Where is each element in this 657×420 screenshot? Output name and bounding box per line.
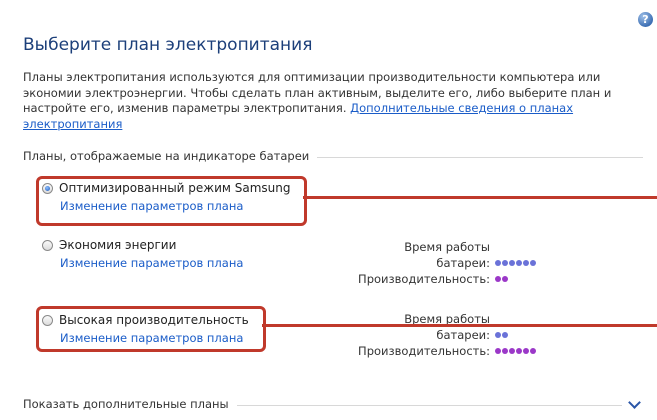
performance-rating xyxy=(495,348,536,354)
highlight-box-samsung xyxy=(36,176,307,226)
highlight-pointer-high-performance xyxy=(262,324,657,327)
highlight-box-high-performance xyxy=(36,306,266,352)
show-more-plans-label[interactable]: Показать дополнительные планы xyxy=(23,397,237,411)
performance-dot xyxy=(495,348,501,354)
performance-rating xyxy=(495,276,508,282)
battery-label: Время работы xyxy=(404,240,490,254)
performance-dot xyxy=(530,348,536,354)
plan-power-saver-stats: Время работы батареи: Производительность… xyxy=(350,240,536,288)
page-description: Планы электропитания используются для оп… xyxy=(23,70,633,132)
performance-dot xyxy=(509,348,515,354)
help-icon[interactable]: ? xyxy=(638,12,653,27)
battery-dot xyxy=(495,332,501,338)
battery-rating xyxy=(495,332,508,338)
plan-power-saver-change-link[interactable]: Изменение параметров плана xyxy=(60,256,243,270)
highlight-pointer-samsung xyxy=(303,196,657,199)
battery-dot xyxy=(509,260,515,266)
battery-dot xyxy=(530,260,536,266)
battery-rating xyxy=(495,260,536,266)
plan-power-saver-radio[interactable] xyxy=(42,239,53,251)
performance-dot xyxy=(502,276,508,282)
performance-dot xyxy=(502,348,508,354)
chevron-down-icon[interactable] xyxy=(628,395,641,409)
footer-divider xyxy=(236,404,622,406)
plan-high-performance-stats: Время работы батареи: Производительность… xyxy=(350,312,536,360)
battery-label: батареи: xyxy=(436,256,490,270)
page-title: Выберите план электропитания xyxy=(23,35,313,55)
performance-label: Производительность: xyxy=(358,272,490,286)
performance-dot xyxy=(516,348,522,354)
battery-label: батареи: xyxy=(436,328,490,342)
plan-power-saver-name[interactable]: Экономия энергии xyxy=(59,238,176,252)
plan-power-saver: Экономия энергии Изменение параметров пл… xyxy=(42,238,243,270)
battery-dot xyxy=(502,332,508,338)
battery-dot xyxy=(502,260,508,266)
section-title: Планы, отображаемые на индикаторе батаре… xyxy=(23,149,310,163)
show-more-plans[interactable]: Показать дополнительные планы xyxy=(23,395,643,412)
performance-label: Производительность: xyxy=(358,344,490,358)
battery-dot xyxy=(523,260,529,266)
performance-dot xyxy=(523,348,529,354)
performance-dot xyxy=(495,276,501,282)
battery-plans-section-header: Планы, отображаемые на индикаторе батаре… xyxy=(23,148,643,164)
battery-dot xyxy=(516,260,522,266)
section-divider xyxy=(317,156,643,158)
battery-dot xyxy=(495,260,501,266)
